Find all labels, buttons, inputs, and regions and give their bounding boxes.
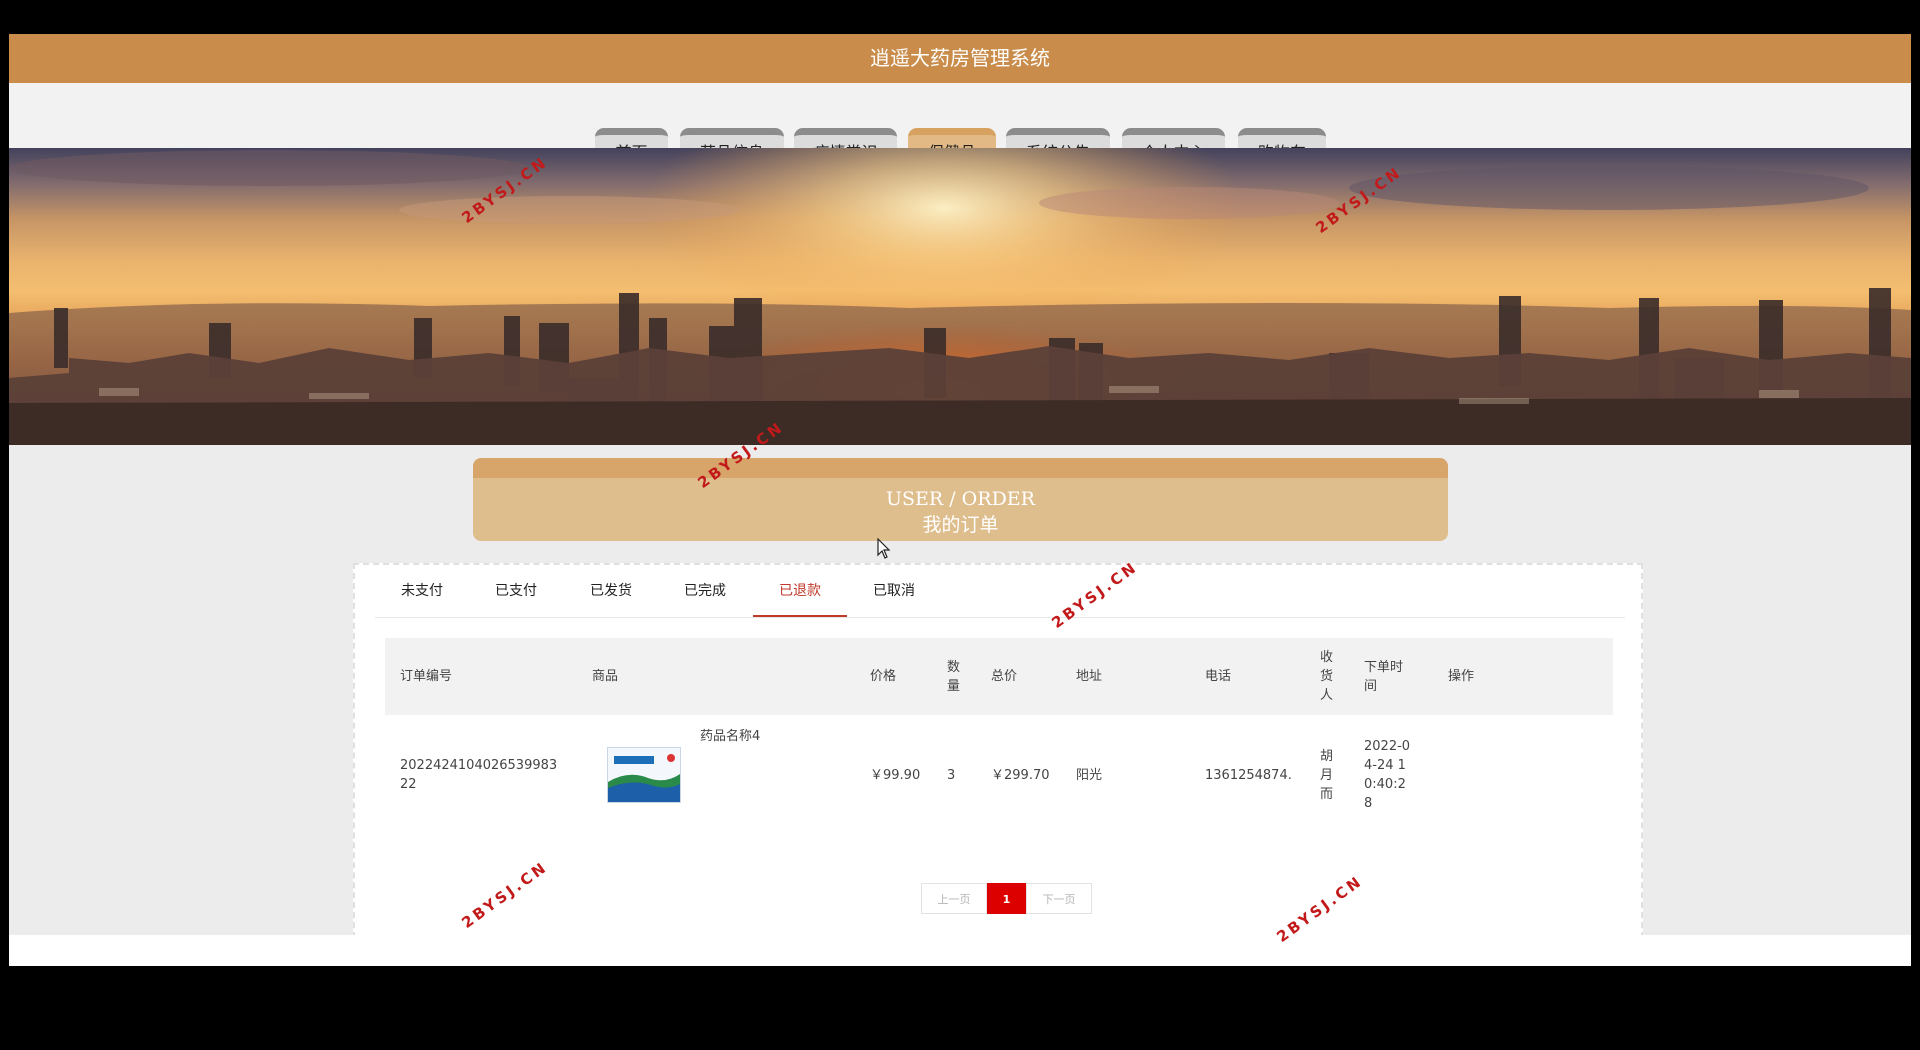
footer-strip [9,935,1911,966]
address-value: 阳光 [1076,767,1103,783]
order-status-tabs: 未支付 已支付 已发货 已完成 已退款 已取消 [375,565,1625,618]
col-quantity: 数量 [947,659,961,694]
phone-value: 1361254874. [1205,767,1292,783]
tab-unpaid[interactable]: 未支付 [375,565,469,617]
medicine-box-icon [608,748,680,802]
section-title-cn: 我的订单 [922,514,999,536]
receiver-value: 胡月而 [1320,748,1334,802]
order-table-header: 订单编号 商品 价格 数量 总价 地址 电话 收货人 下单时间 操作 [385,638,1613,715]
tab-paid[interactable]: 已支付 [469,565,563,617]
col-product: 商品 [592,669,619,684]
col-price: 价格 [870,669,897,684]
page-1-button[interactable]: 1 [987,883,1026,914]
table-row: 2022424104026539983 22 药品名称4 ￥99.90 3 ￥2… [385,715,1613,850]
app-window: 逍遥大药房管理系统 首页 药品信息 疫情常识 保健品 系统公告 个人中心 购物车 [9,34,1911,966]
col-phone: 电话 [1205,669,1232,684]
order-number: 2022424104026539983 22 [400,758,558,792]
product-name[interactable]: 药品名称4 [700,725,760,744]
site-header: 逍遥大药房管理系统 [9,34,1911,83]
price-value: ￥99.90 [870,767,921,783]
prev-page-button[interactable]: 上一页 [921,883,987,914]
total-value: ￥299.70 [991,767,1050,783]
order-time-value: 2022-04-24 10:40:28 [1364,739,1411,811]
section-title-card: USER / ORDER 我的订单 [473,458,1448,541]
col-order-time: 下单时间 [1364,659,1404,694]
tab-shipped[interactable]: 已发货 [564,565,658,617]
col-order-no: 订单编号 [400,669,453,684]
mouse-cursor-icon [877,538,891,559]
section-title-en: USER / ORDER [886,488,1035,510]
city-sunset-image [9,148,1911,445]
site-title: 逍遥大药房管理系统 [870,46,1050,70]
tab-completed[interactable]: 已完成 [658,565,752,617]
col-actions: 操作 [1448,669,1475,684]
order-panel: 未支付 已支付 已发货 已完成 已退款 已取消 订单编号 商品 价格 数量 总价… [353,563,1643,966]
product-image[interactable] [607,747,681,803]
col-address: 地址 [1076,669,1103,684]
next-page-button[interactable]: 下一页 [1026,883,1092,914]
col-receiver: 收货人 [1320,650,1334,703]
quantity-value: 3 [947,767,956,783]
tab-refunded[interactable]: 已退款 [753,565,847,617]
hero-banner [9,148,1911,445]
col-total: 总价 [991,669,1018,684]
tab-cancelled[interactable]: 已取消 [847,565,941,617]
